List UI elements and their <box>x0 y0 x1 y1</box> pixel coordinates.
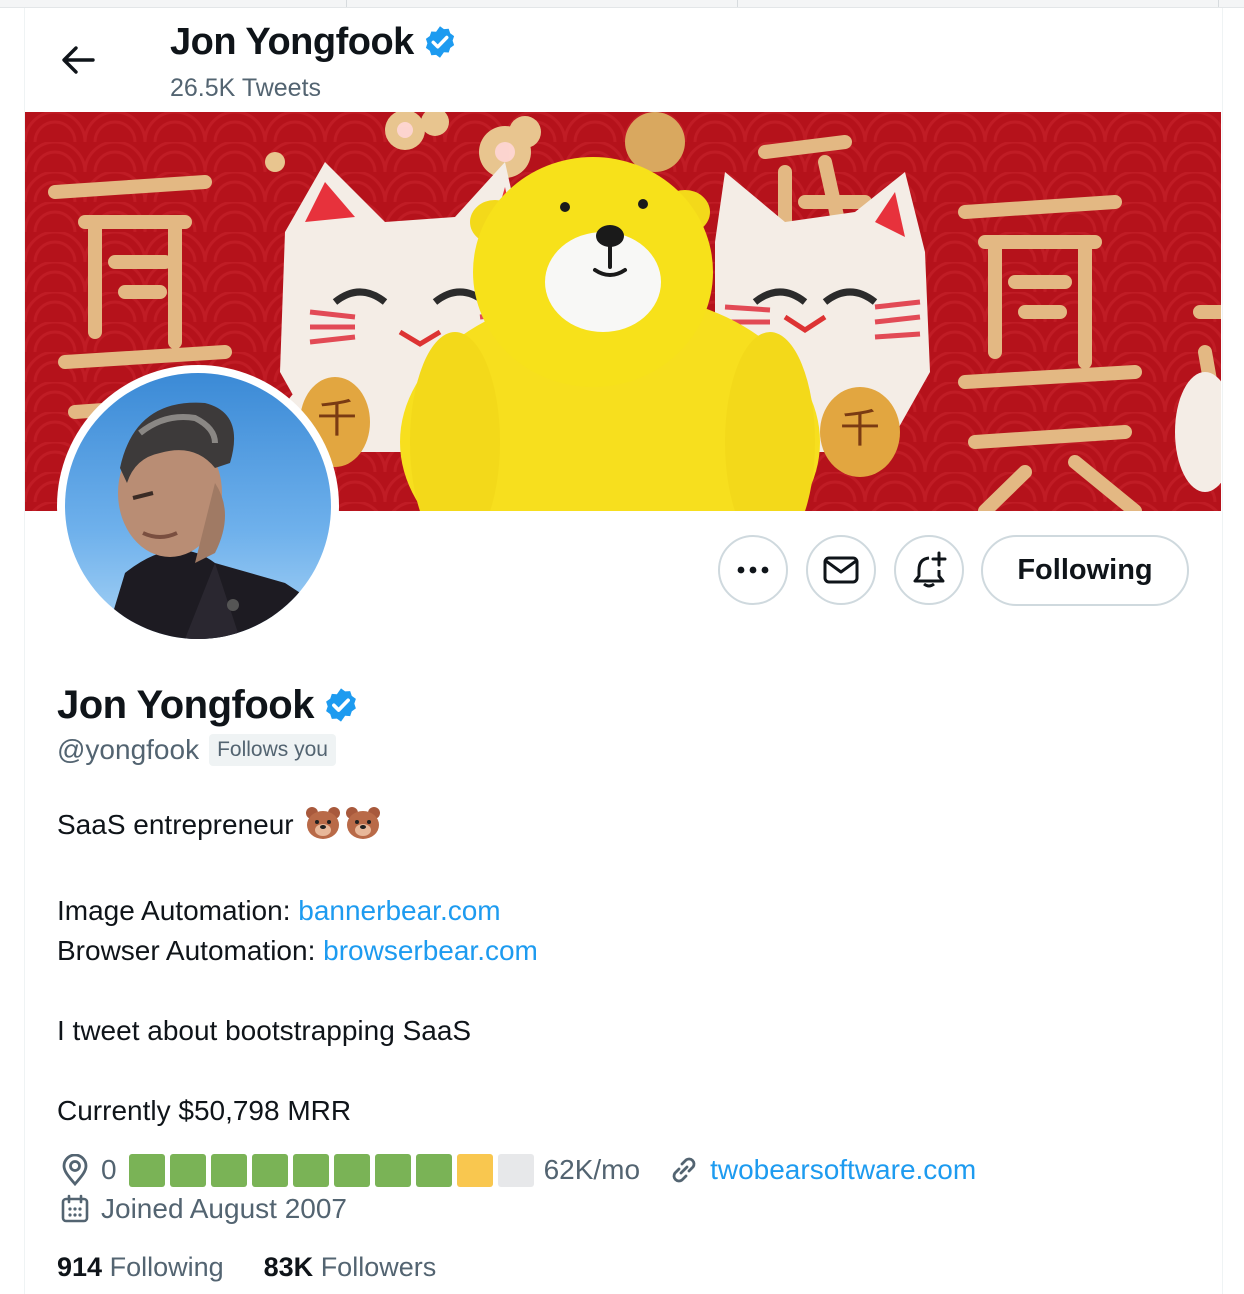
followers-label: Followers <box>320 1252 437 1282</box>
envelope-icon <box>823 556 859 584</box>
following-label: Following <box>109 1252 224 1282</box>
message-button[interactable] <box>806 535 876 605</box>
profile-avatar[interactable] <box>57 365 339 647</box>
verified-badge-icon <box>326 688 356 722</box>
bio-image-automation-label: Image Automation: <box>57 895 299 926</box>
joined-date: Joined August 2007 <box>101 1193 347 1224</box>
bio-line-tweets: I tweet about bootstrapping SaaS <box>57 1015 472 1046</box>
mrr-bar-filled <box>169 1153 206 1187</box>
mrr-bar-filled <box>128 1153 165 1187</box>
mrr-bar-filled <box>415 1153 452 1187</box>
back-button[interactable] <box>50 36 106 84</box>
following-stat[interactable]: 914 Following <box>57 1252 224 1283</box>
browser-top-edge <box>0 0 1244 8</box>
mrr-bar-filled <box>374 1153 411 1187</box>
location-suffix: 62K/mo <box>543 1154 641 1185</box>
top-divider <box>1218 0 1219 7</box>
mrr-bar-partial <box>456 1153 493 1187</box>
profile-name: Jon Yongfook <box>57 683 314 727</box>
profile-meta-row: 0 62K/mo twobearsoftware.com <box>57 1148 976 1192</box>
profile-handle: @yongfook <box>57 734 200 765</box>
bio-line-mrr: Currently $50,798 MRR <box>57 1095 352 1126</box>
handle-row: @yongfook Follows you <box>57 734 336 766</box>
notify-button[interactable] <box>894 535 964 605</box>
more-button[interactable] <box>718 535 788 605</box>
mrr-bar-filled <box>292 1153 329 1187</box>
bell-plus-icon <box>913 551 947 588</box>
mrr-bar-filled <box>251 1153 288 1187</box>
mrr-bar-filled <box>333 1153 370 1187</box>
following-button[interactable]: Following <box>981 535 1189 606</box>
mrr-bar-empty <box>497 1153 534 1187</box>
location-value: 0 <box>101 1154 117 1185</box>
profile-name-row: Jon Yongfook <box>57 682 360 728</box>
following-count: 914 <box>57 1252 103 1282</box>
followers-stat[interactable]: 83K Followers <box>264 1252 437 1283</box>
mrr-progress-bars <box>128 1153 534 1187</box>
bannerbear-link[interactable]: bannerbear.com <box>298 895 500 926</box>
follows-you-badge: Follows you <box>209 734 336 766</box>
browserbear-link[interactable]: browserbear.com <box>323 935 538 966</box>
link-icon <box>666 1152 702 1188</box>
bio-browser-automation-label: Browser Automation: <box>57 935 324 966</box>
more-dots-icon <box>737 566 769 574</box>
joined-row: Joined August 2007 <box>57 1187 347 1231</box>
mrr-bar-filled <box>210 1153 247 1187</box>
profile-bio: SaaS entrepreneur Image Automation: bann… <box>57 805 538 1131</box>
verified-badge-icon <box>425 26 454 58</box>
location-pin-icon <box>57 1152 93 1188</box>
bear-face-icon <box>305 806 341 851</box>
top-divider <box>737 0 738 7</box>
header-name-row: Jon Yongfook <box>170 20 458 64</box>
svg-text:千: 千 <box>317 396 357 442</box>
top-divider <box>346 0 347 7</box>
svg-text:千: 千 <box>840 406 880 452</box>
bear-face-icon <box>345 806 381 851</box>
header-name: Jon Yongfook <box>170 21 414 63</box>
calendar-icon <box>57 1191 93 1227</box>
website-link[interactable]: twobearsoftware.com <box>710 1154 976 1186</box>
bio-line-intro: SaaS entrepreneur <box>57 809 294 840</box>
arrow-left-icon <box>62 46 95 74</box>
follow-stats: 914 Following 83K Followers <box>57 1252 436 1283</box>
tweet-count: 26.5K Tweets <box>170 74 322 102</box>
avatar-photo <box>65 373 331 639</box>
followers-count: 83K <box>263 1252 314 1282</box>
